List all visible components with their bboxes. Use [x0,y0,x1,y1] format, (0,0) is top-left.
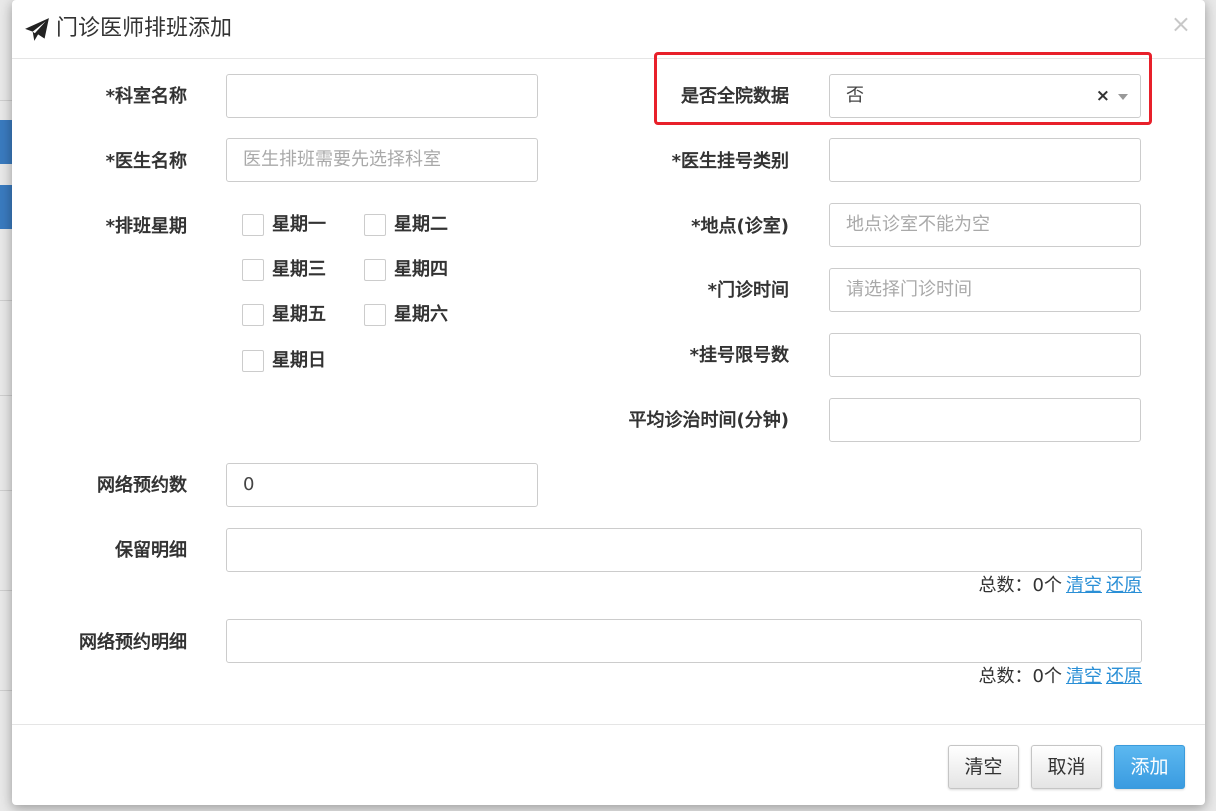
weekday-label: 星期五 [272,304,326,325]
online-total-text: 总数：0个 [978,666,1062,687]
reserve-total-text: 总数：0个 [978,575,1062,596]
chevron-down-icon[interactable] [1118,94,1128,100]
checkbox[interactable] [242,304,264,326]
weekday-label: 星期一 [272,214,326,235]
clinic-time-input[interactable]: 请选择门诊时间 [829,268,1141,312]
weekday-checkbox-tue[interactable]: 星期二 [364,213,464,239]
weekday-checkbox-mon[interactable]: 星期一 [242,213,342,239]
online-count-label: 网络预约数 [97,475,187,496]
reserve-detail-input[interactable] [226,528,1142,572]
dept-name-label: *科室名称 [105,86,187,107]
checkbox[interactable] [364,214,386,236]
reserve-detail-label: 保留明细 [115,540,187,561]
online-detail-label: 网络预约明细 [79,632,187,653]
hospital-wide-label: 是否全院数据 [681,86,789,107]
register-limit-label: *挂号限号数 [689,345,789,366]
location-input[interactable]: 地点诊室不能为空 [829,203,1141,247]
reserve-clear-link[interactable]: 清空 [1066,575,1102,596]
weekday-label: 星期六 [394,304,448,325]
weekday-checkbox-sat[interactable]: 星期六 [364,303,464,329]
weekday-label: 星期四 [394,259,448,280]
register-type-label: *医生挂号类别 [671,151,789,172]
weekday-label: 星期二 [394,214,448,235]
online-count-input[interactable]: 0 [226,463,538,507]
checkbox[interactable] [364,304,386,326]
hospital-wide-select[interactable]: 否 × [829,74,1141,118]
checkbox[interactable] [242,350,264,372]
avg-time-input[interactable] [829,398,1141,442]
clinic-time-label: *门诊时间 [707,280,789,301]
weekday-checkbox-fri[interactable]: 星期五 [242,303,342,329]
doctor-name-label: *医生名称 [105,151,187,172]
paper-plane-icon [25,18,49,41]
hospital-wide-value: 否 [846,85,864,106]
doctor-name-input[interactable]: 医生排班需要先选择科室 [226,138,538,182]
weekday-checkbox-thu[interactable]: 星期四 [364,258,464,284]
reserve-detail-summary: 总数：0个 清空 还原 [979,574,1142,598]
register-limit-input[interactable] [829,333,1141,377]
dialog-header: 门诊医师排班添加 × [12,0,1205,59]
online-restore-link[interactable]: 还原 [1106,666,1142,687]
checkbox[interactable] [242,214,264,236]
checkbox[interactable] [364,259,386,281]
reserve-restore-link[interactable]: 还原 [1106,575,1142,596]
online-detail-input[interactable] [226,619,1142,663]
online-detail-summary: 总数：0个 清空 还原 [979,665,1142,689]
weekday-label: 星期三 [272,259,326,280]
cancel-button[interactable]: 取消 [1031,745,1102,789]
schedule-week-label: *排班星期 [105,216,187,237]
location-label: *地点(诊室) [691,216,789,237]
clear-selection-icon[interactable]: × [1096,75,1110,117]
dialog-title: 门诊医师排班添加 [56,16,233,41]
schedule-add-dialog: 门诊医师排班添加 × *科室名称 是否全院数据 否 × *医生名称 医生排班需要… [12,0,1205,805]
weekday-checkbox-wed[interactable]: 星期三 [242,258,342,284]
register-type-input[interactable] [829,138,1141,182]
avg-time-label: 平均诊治时间(分钟) [628,410,789,431]
weekday-checkbox-sun[interactable]: 星期日 [242,349,342,375]
weekday-label: 星期日 [272,350,326,371]
dialog-footer-divider [12,724,1205,725]
add-button[interactable]: 添加 [1114,745,1185,789]
online-clear-link[interactable]: 清空 [1066,666,1102,687]
clear-button[interactable]: 清空 [948,745,1019,789]
dept-name-input[interactable] [226,74,538,118]
close-icon[interactable]: × [1171,10,1191,38]
checkbox[interactable] [242,259,264,281]
